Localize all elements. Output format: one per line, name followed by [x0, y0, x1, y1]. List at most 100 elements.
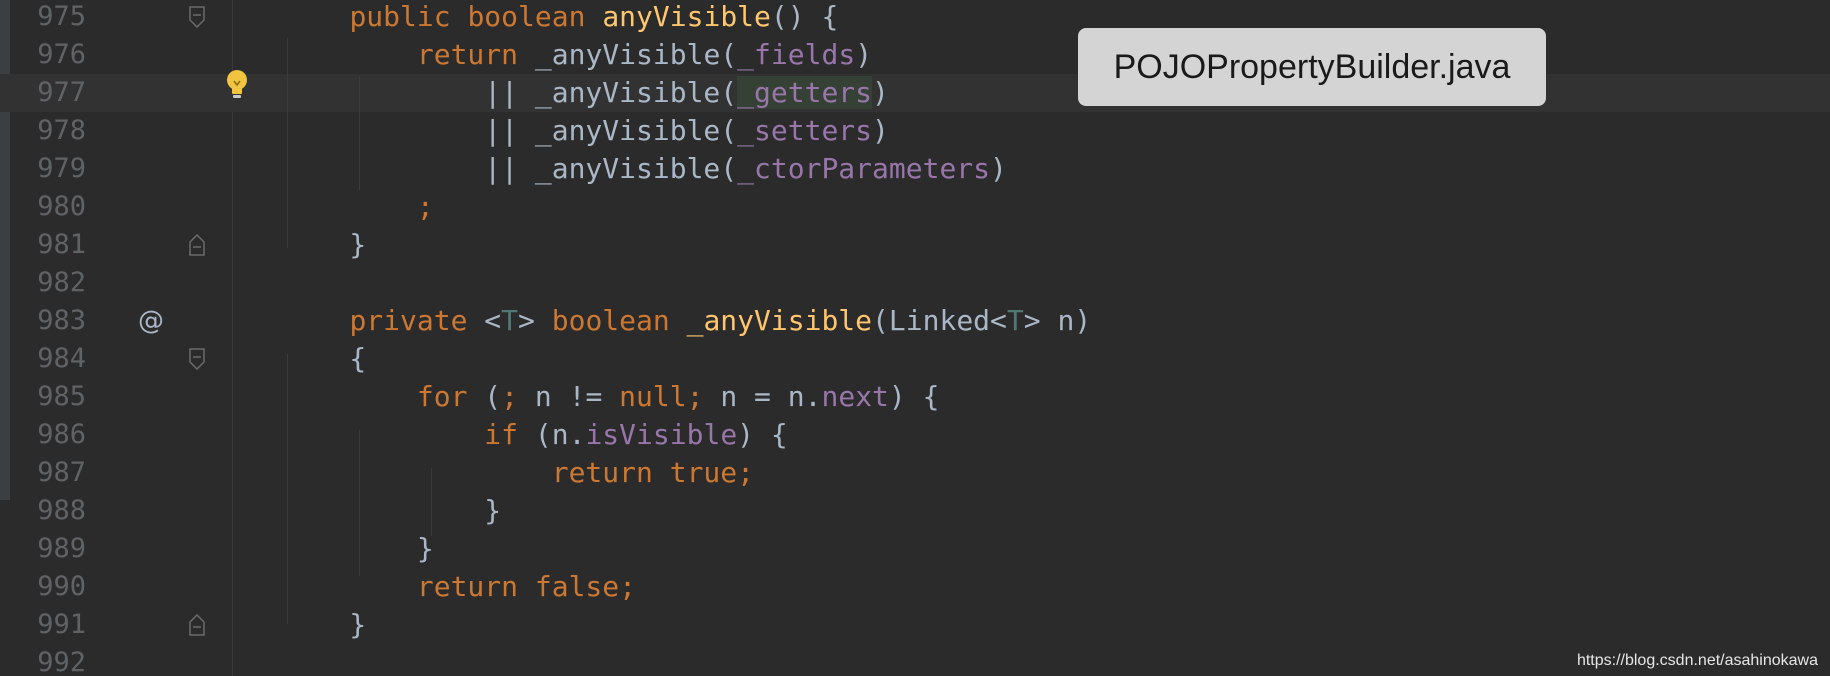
code-line[interactable]: 978 || _anyVisible(_setters): [0, 112, 1830, 150]
code-editor[interactable]: 975 public boolean anyVisible() {976 ret…: [0, 0, 1830, 676]
line-number[interactable]: 976: [20, 36, 86, 74]
code-token: }: [282, 494, 502, 527]
code-line[interactable]: 987 return true;: [0, 454, 1830, 492]
annotation-gutter-icon[interactable]: @: [138, 302, 164, 340]
code-token: return false;: [416, 570, 637, 603]
line-number[interactable]: 980: [20, 188, 86, 226]
code-token: || _anyVisible(: [282, 76, 738, 109]
code-line[interactable]: 980 ;: [0, 188, 1830, 226]
code-token: ) {: [888, 380, 940, 413]
code-token: {: [282, 342, 367, 375]
code-text[interactable]: public boolean anyVisible() {: [282, 0, 838, 36]
code-text[interactable]: || _anyVisible(_getters): [282, 74, 889, 112]
code-line[interactable]: 981 }: [0, 226, 1830, 264]
line-number[interactable]: 975: [20, 0, 86, 36]
fold-marker-icon[interactable]: [189, 348, 205, 370]
code-line[interactable]: 989 }: [0, 530, 1830, 568]
code-token: || _anyVisible(: [282, 152, 738, 185]
code-token: }: [282, 608, 367, 641]
code-token: _anyVisible(: [534, 38, 738, 71]
code-line[interactable]: 982: [0, 264, 1830, 302]
code-token: (: [484, 380, 502, 413]
code-token: ;: [501, 380, 535, 413]
code-token: n !=: [534, 380, 620, 413]
code-token: return true;: [551, 456, 755, 489]
code-token: (n.: [534, 418, 586, 451]
line-number[interactable]: 986: [20, 416, 86, 454]
code-token: <: [484, 304, 502, 337]
code-token: boolean: [551, 304, 687, 337]
fold-marker-icon[interactable]: [189, 234, 205, 256]
code-token: () {: [770, 0, 839, 33]
line-number[interactable]: 990: [20, 568, 86, 606]
code-token: _ctorParameters: [737, 152, 991, 185]
line-number[interactable]: 977: [20, 74, 86, 112]
code-text[interactable]: }: [282, 530, 434, 568]
code-token: ): [872, 76, 889, 109]
code-line[interactable]: 991 }: [0, 606, 1830, 644]
indent-guide: [287, 354, 288, 624]
code-token: _setters: [737, 114, 873, 147]
code-text[interactable]: if (n.isVisible) {: [282, 416, 788, 454]
code-token: }: [282, 228, 367, 261]
line-number[interactable]: 982: [20, 264, 86, 302]
line-number[interactable]: 987: [20, 454, 86, 492]
code-line[interactable]: 977 || _anyVisible(_getters): [0, 74, 1830, 112]
code-text[interactable]: return _anyVisible(_fields): [282, 36, 872, 74]
line-number[interactable]: 981: [20, 226, 86, 264]
code-text[interactable]: }: [282, 226, 366, 264]
code-token: anyVisible: [602, 0, 771, 33]
code-token: null;: [619, 380, 721, 413]
code-line[interactable]: 979 || _anyVisible(_ctorParameters): [0, 150, 1830, 188]
line-number[interactable]: 991: [20, 606, 86, 644]
indent-guide: [359, 76, 360, 190]
line-number[interactable]: 992: [20, 644, 86, 676]
code-token: isVisible: [585, 418, 738, 451]
code-text[interactable]: || _anyVisible(_ctorParameters): [282, 150, 1007, 188]
line-number[interactable]: 983: [20, 302, 86, 340]
code-text[interactable]: || _anyVisible(_setters): [282, 112, 889, 150]
line-number[interactable]: 978: [20, 112, 86, 150]
code-line[interactable]: 984 {: [0, 340, 1830, 378]
code-line[interactable]: 976 return _anyVisible(_fields): [0, 36, 1830, 74]
code-token: ) {: [737, 418, 788, 451]
code-line[interactable]: 975 public boolean anyVisible() {: [0, 0, 1830, 36]
code-token: _fields: [737, 38, 856, 71]
line-number[interactable]: 985: [20, 378, 86, 416]
code-text[interactable]: private <T> boolean _anyVisible(Linked<T…: [282, 302, 1091, 340]
lightbulb-icon[interactable]: [224, 68, 250, 100]
code-token: }: [282, 532, 434, 565]
code-line[interactable]: 986 if (n.isVisible) {: [0, 416, 1830, 454]
code-text[interactable]: return false;: [282, 568, 636, 606]
fold-marker-icon[interactable]: [189, 614, 205, 636]
code-token: return: [416, 38, 535, 71]
code-token: T: [1006, 304, 1024, 337]
code-line[interactable]: 988 }: [0, 492, 1830, 530]
code-text[interactable]: ;: [282, 188, 434, 226]
code-line[interactable]: 985 for (; n != null; n = n.next) {: [0, 378, 1830, 416]
line-number[interactable]: 984: [20, 340, 86, 378]
code-text[interactable]: return true;: [282, 454, 754, 492]
code-text[interactable]: }: [282, 606, 366, 644]
code-token: private: [349, 304, 485, 337]
code-token: ): [855, 38, 873, 71]
code-token: > n): [1023, 304, 1092, 337]
code-text[interactable]: }: [282, 492, 501, 530]
indent-guide: [287, 38, 288, 248]
code-line[interactable]: 992: [0, 644, 1830, 676]
watermark-url: https://blog.csdn.net/asahinokawa: [1576, 652, 1818, 669]
fold-marker-icon[interactable]: [189, 6, 205, 28]
code-line[interactable]: 990 return false;: [0, 568, 1830, 606]
code-text[interactable]: for (; n != null; n = n.next) {: [282, 378, 940, 416]
code-text[interactable]: {: [282, 340, 366, 378]
code-line[interactable]: 983 private <T> boolean _anyVisible(Link…: [0, 302, 1830, 340]
line-number[interactable]: 988: [20, 492, 86, 530]
line-number[interactable]: 979: [20, 150, 86, 188]
line-number[interactable]: 989: [20, 530, 86, 568]
